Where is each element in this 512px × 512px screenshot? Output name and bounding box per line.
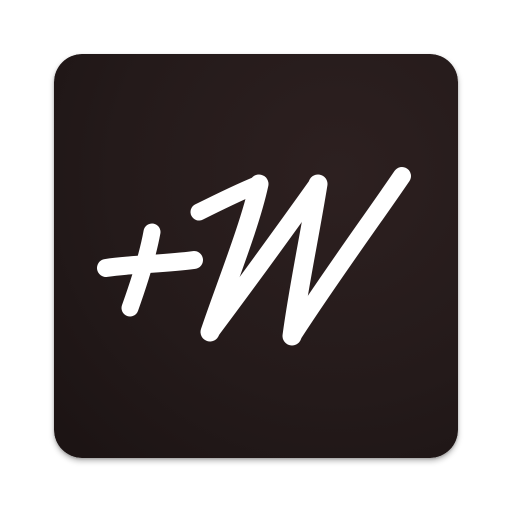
icon-canvas <box>0 0 512 512</box>
app-icon[interactable] <box>54 54 458 458</box>
plus-w-logo-icon <box>97 167 411 346</box>
